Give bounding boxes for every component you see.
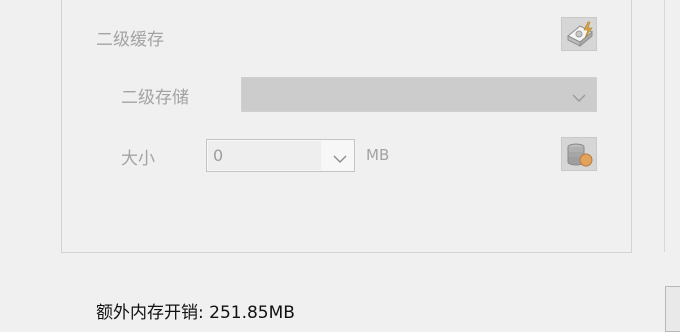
- storage-label: 二级存储: [121, 88, 189, 108]
- size-value-input[interactable]: 0: [208, 141, 321, 170]
- size-unit-label: MB: [366, 146, 390, 164]
- partial-button[interactable]: [665, 286, 680, 332]
- database-icon: [562, 138, 596, 170]
- storage-select[interactable]: [241, 77, 597, 112]
- panel-divider: [664, 0, 665, 252]
- cache-settings-icon: [562, 18, 596, 50]
- chevron-down-icon: [572, 88, 586, 107]
- database-button[interactable]: [561, 137, 597, 171]
- size-combobox[interactable]: 0: [206, 139, 355, 172]
- size-label: 大小: [121, 149, 155, 169]
- chevron-down-icon[interactable]: [333, 149, 347, 168]
- memory-overhead-text: 额外内存开销: 251.85MB: [96, 303, 295, 323]
- section-title: 二级缓存: [96, 30, 164, 50]
- l2-cache-settings-panel: 二级缓存 二级存储 大小 0 MB 额外内存开销: 251.85MB: [0, 0, 680, 332]
- cache-settings-button[interactable]: [561, 17, 597, 51]
